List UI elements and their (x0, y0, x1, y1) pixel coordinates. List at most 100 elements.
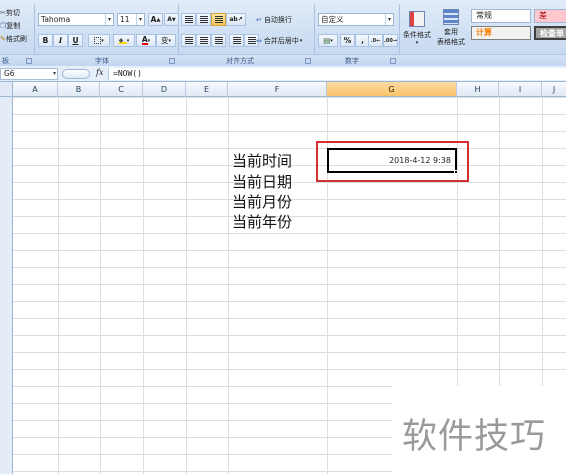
align-top-icon (184, 16, 193, 23)
align-bottom-icon (214, 16, 223, 23)
column-header-F[interactable]: F (228, 82, 327, 97)
format-painter-button[interactable]: ✎ 格式刷 (0, 34, 27, 44)
column-header-G[interactable]: G (327, 82, 457, 97)
formula-bar-splitter[interactable] (62, 69, 90, 79)
font-color-button[interactable]: A ▾ (136, 34, 156, 47)
italic-button[interactable]: I (53, 34, 68, 47)
chevron-down-icon[interactable]: ▾ (105, 14, 113, 25)
style-calculation[interactable]: 计算 (471, 26, 531, 40)
column-label: J (552, 85, 556, 94)
conditional-format-icon (409, 10, 425, 27)
formula-input[interactable]: =NOW() (108, 68, 566, 80)
decrease-indent-icon (232, 37, 241, 44)
alignment-group-label: 对齐方式 (226, 57, 254, 65)
cell-current-year-label[interactable]: 当前年份 (232, 212, 292, 232)
orientation-button[interactable]: ab↗ (226, 13, 246, 26)
cell-current-month-label[interactable]: 当前月份 (232, 192, 292, 212)
column-header-E[interactable]: E (186, 82, 228, 97)
cell-current-date-label[interactable]: 当前日期 (232, 172, 292, 192)
merge-center-button[interactable]: ⇔ 合并后居中 ▾ (256, 34, 302, 47)
alignment-launcher-icon[interactable] (305, 58, 311, 64)
conditional-format-button[interactable]: 条件格式 ▾ (400, 6, 434, 50)
decrease-indent-button[interactable] (229, 34, 244, 47)
column-label: A (32, 85, 38, 94)
column-header-J[interactable]: J (542, 82, 566, 97)
percent-button[interactable]: % (340, 34, 355, 47)
number-format-combo[interactable]: 自定义 ▾ (318, 13, 394, 26)
name-box[interactable]: G6 ▾ (0, 68, 58, 80)
bold-button[interactable]: B (38, 34, 53, 47)
grow-font-button[interactable]: A ▲ (148, 13, 163, 26)
font-size-value: 11 (120, 15, 130, 24)
font-launcher-icon[interactable] (169, 58, 175, 64)
align-top-button[interactable] (181, 13, 196, 26)
gridline (100, 97, 101, 474)
fill-color-icon: ◆ (118, 37, 127, 44)
cell-current-time-label[interactable]: 当前时间 (232, 151, 292, 171)
merge-center-label: 合并后居中 (263, 36, 299, 45)
table-style-icon (443, 9, 459, 25)
name-box-value: G6 (4, 69, 15, 78)
align-left-button[interactable] (181, 34, 196, 47)
increase-indent-icon (247, 37, 256, 44)
border-button[interactable]: ▾ (88, 34, 110, 47)
copy-label: 复制 (6, 22, 21, 30)
border-icon (94, 37, 102, 44)
style-check-cell-label: 检查单 (540, 29, 564, 38)
column-header-A[interactable]: A (13, 82, 58, 97)
format-painter-label: 格式刷 (5, 35, 27, 43)
column-label: C (118, 85, 124, 94)
decrease-decimal-button[interactable]: .00→ (383, 34, 398, 47)
copy-button[interactable]: ❐ 复制 (0, 21, 20, 31)
cut-button[interactable]: ✂ 剪切 (0, 8, 20, 18)
align-right-icon (214, 37, 223, 44)
highlight-frame (316, 141, 469, 182)
wrap-text-button[interactable]: ↵ 自动换行 (256, 13, 292, 26)
chevron-down-icon[interactable]: ▾ (385, 14, 393, 25)
align-right-button[interactable] (211, 34, 226, 47)
select-all-corner[interactable] (0, 82, 13, 97)
wrap-text-icon: ↵ (256, 15, 262, 24)
gridline (186, 97, 187, 474)
gridline (228, 97, 229, 474)
chevron-down-icon[interactable]: ▾ (136, 14, 144, 25)
chevron-down-icon[interactable]: ▾ (53, 69, 56, 79)
fill-color-button[interactable]: ◆ ▾ (113, 34, 135, 47)
row-headers[interactable] (0, 97, 13, 474)
column-header-B[interactable]: B (58, 82, 100, 97)
column-label: I (518, 85, 522, 94)
cut-label: 剪切 (5, 9, 20, 17)
column-label: E (203, 85, 210, 94)
column-header-H[interactable]: H (457, 82, 499, 97)
number-launcher-icon[interactable] (390, 58, 396, 64)
conditional-format-label: 条件格式 (403, 30, 431, 39)
column-label: G (388, 85, 395, 94)
column-label: D (160, 85, 168, 94)
ribbon: ✂ 剪切 ❐ 复制 ✎ 格式刷 Tahoma ▾ 11 ▾ A ▲ A ▼ B I … (0, 0, 566, 66)
align-middle-button[interactable] (196, 13, 211, 26)
chevron-down-icon[interactable]: ▾ (300, 38, 303, 44)
orientation-icon: ab↗ (229, 16, 243, 23)
column-header-I[interactable]: I (499, 82, 542, 97)
comma-icon: , (361, 36, 364, 45)
clipboard-launcher-icon[interactable] (26, 58, 32, 64)
style-bad-label: 差 (539, 11, 547, 20)
insert-function-icon[interactable]: fx (96, 68, 103, 77)
style-bad[interactable]: 差 (534, 9, 566, 23)
phonetic-button[interactable]: 变 ▾ (156, 34, 176, 47)
column-label: B (75, 85, 82, 94)
underline-button[interactable]: U (68, 34, 83, 47)
format-as-table-button[interactable]: 套用 表格格式 (434, 6, 468, 50)
style-normal[interactable]: 常规 (471, 9, 531, 23)
align-bottom-button[interactable] (211, 13, 226, 26)
style-check-cell[interactable]: 检查单 (534, 26, 566, 40)
currency-button[interactable]: ▤ ▾ (318, 34, 338, 47)
font-name-combo[interactable]: Tahoma ▾ (38, 13, 114, 26)
column-header-C[interactable]: C (100, 82, 143, 97)
shrink-font-button[interactable]: A ▼ (164, 13, 179, 26)
number-format-value: 自定义 (321, 15, 344, 24)
column-header-D[interactable]: D (143, 82, 186, 97)
align-center-button[interactable] (196, 34, 211, 47)
font-size-combo[interactable]: 11 ▾ (117, 13, 145, 26)
increase-decimal-button[interactable]: .0← (368, 34, 383, 47)
